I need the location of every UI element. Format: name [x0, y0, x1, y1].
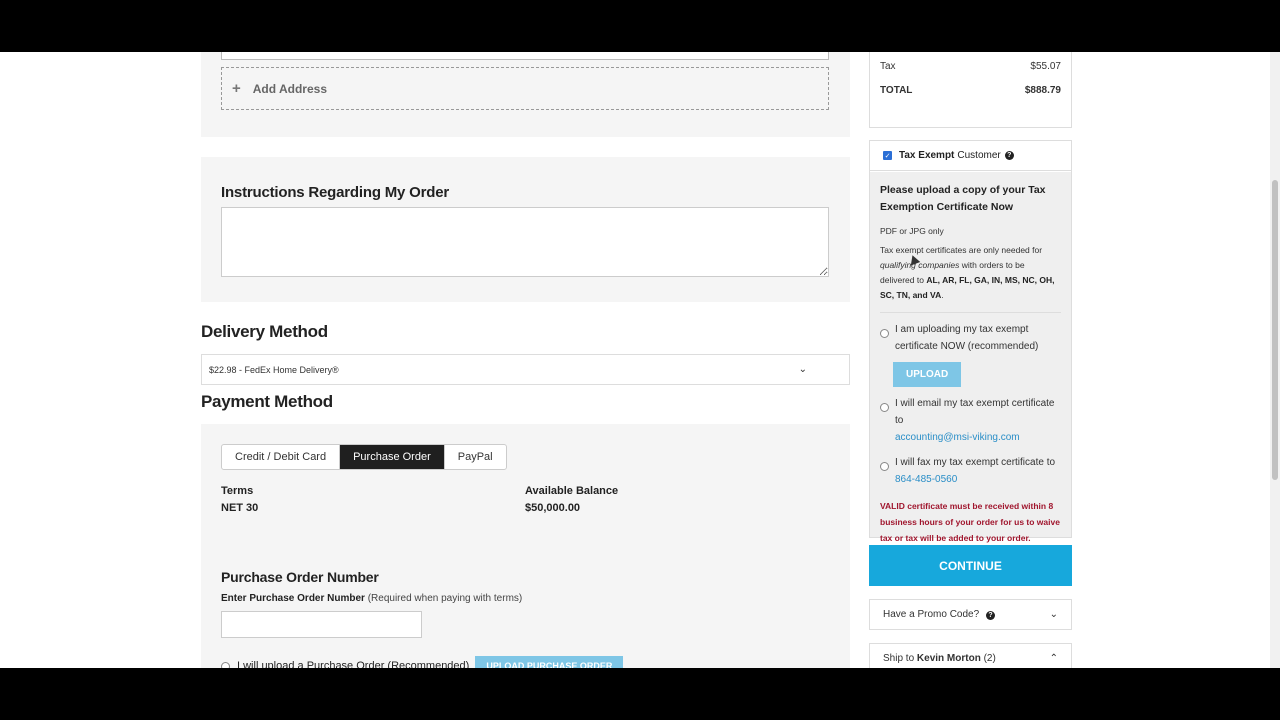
upload-now-label: I am uploading my tax exempt certificate… [895, 324, 1039, 352]
instructions-title: Instructions Regarding My Order [221, 184, 449, 201]
option-email: I will email my tax exempt certificate t… [880, 395, 1061, 446]
terms-value: NET 30 [221, 502, 259, 514]
po-upload-radio[interactable] [221, 661, 230, 668]
address-field[interactable] [221, 52, 829, 60]
ship-to-name: Kevin Morton [916, 653, 981, 664]
po-number-label: Enter Purchase Order Number (Required wh… [221, 593, 522, 604]
po-field-label: Enter Purchase Order Number [221, 593, 365, 604]
tax-value: $55.07 [1030, 61, 1061, 72]
scrollbar-thumb[interactable] [1272, 180, 1278, 480]
po-upload-option: I will upload a Purchase Order (Recommen… [221, 656, 624, 668]
promo-code-accordion[interactable]: Have a Promo Code? ? ⌄ [869, 599, 1072, 630]
balance-label: Available Balance [525, 485, 619, 497]
order-summary: Tax $55.07 TOTAL $888.79 [869, 52, 1072, 128]
payment-method-title: Payment Method [201, 392, 333, 411]
instructions-textarea[interactable] [221, 207, 829, 277]
ship-to-label: Ship to Kevin Morton (2) [883, 653, 996, 664]
note-end: . [941, 290, 944, 300]
tab-paypal[interactable]: PayPal [445, 445, 506, 469]
divider [880, 312, 1061, 313]
email-link[interactable]: accounting@msi-viking.com [895, 432, 1020, 443]
ship-to-prefix: Ship to [883, 653, 915, 664]
tax-exempt-note: Tax exempt certificates are only needed … [880, 243, 1061, 303]
help-icon[interactable]: ? [1004, 151, 1014, 160]
continue-button[interactable]: CONTINUE [869, 545, 1072, 586]
summary-tax-row: Tax $55.07 [880, 61, 1061, 72]
email-radio[interactable] [880, 403, 889, 412]
option-upload-now: I am uploading my tax exempt certificate… [880, 321, 1061, 355]
tab-purchase-order[interactable]: Purchase Order [340, 445, 445, 469]
delivery-method-select[interactable]: $22.98 - FedEx Home Delivery® ⌄ [201, 354, 850, 385]
tax-exempt-box: ✓ Tax Exempt Customer ? Please upload a … [869, 140, 1072, 543]
fax-radio[interactable] [880, 462, 889, 471]
upload-now-radio[interactable] [880, 329, 889, 338]
plus-icon: + [232, 80, 241, 97]
balance-value: $50,000.00 [525, 502, 581, 514]
email-option-text: I will email my tax exempt certificate t… [895, 395, 1061, 446]
po-upload-option-label: I will upload a Purchase Order (Recommen… [237, 660, 470, 668]
add-address-button[interactable]: + Add Address [221, 67, 829, 110]
address-panel: + Add Address [201, 52, 850, 137]
file-types-note: PDF or JPG only [880, 226, 944, 236]
page-scrollbar[interactable] [1270, 52, 1280, 668]
payment-panel: Credit / Debit Card Purchase Order PayPa… [201, 424, 850, 668]
chevron-up-icon: ⌃ [1049, 653, 1058, 664]
terms-label: Terms [221, 485, 254, 497]
certificate-warning: VALID certificate must be received withi… [880, 501, 1060, 543]
chevron-down-icon: ⌄ [798, 364, 807, 375]
tax-exempt-label-strong: Tax Exempt [899, 150, 955, 161]
po-number-title: Purchase Order Number [221, 569, 379, 585]
add-address-label: Add Address [252, 81, 327, 96]
email-option-label: I will email my tax exempt certificate t… [895, 398, 1055, 426]
ship-to-accordion[interactable]: Ship to Kevin Morton (2) ⌃ [869, 643, 1072, 668]
delivery-method-title: Delivery Method [201, 322, 328, 341]
total-value: $888.79 [1024, 85, 1061, 96]
fax-option-text: I will fax my tax exempt certificate to … [895, 454, 1055, 488]
fax-link[interactable]: 864-485-0560 [895, 474, 957, 485]
upload-certificate-button[interactable]: UPLOAD [893, 362, 962, 387]
po-field-hint: (Required when paying with terms) [367, 593, 523, 604]
summary-total-row: TOTAL $888.79 [880, 85, 1061, 96]
tax-exempt-body: Please upload a copy of your Tax Exempti… [870, 172, 1071, 543]
promo-code-label-wrap: Have a Promo Code? ? [883, 609, 995, 620]
delivery-method-selected: $22.98 - FedEx Home Delivery® [209, 364, 339, 375]
total-label: TOTAL [880, 85, 913, 96]
ship-to-count: (2) [983, 653, 996, 664]
tax-exempt-heading: Please upload a copy of your Tax Exempti… [880, 184, 1046, 213]
tab-credit-debit-card[interactable]: Credit / Debit Card [222, 445, 341, 469]
promo-help-icon[interactable]: ? [985, 611, 995, 620]
fax-option-label: I will fax my tax exempt certificate to [895, 457, 1056, 468]
tax-exempt-header: ✓ Tax Exempt Customer ? [870, 141, 1071, 171]
tax-exempt-checkbox[interactable]: ✓ [883, 151, 892, 160]
tax-label: Tax [880, 61, 896, 72]
option-fax: I will fax my tax exempt certificate to … [880, 454, 1061, 488]
note-prefix: Tax exempt certificates are only needed … [880, 245, 1043, 255]
checkout-page: + Add Address Instructions Regarding My … [0, 52, 1280, 668]
tax-exempt-label-rest: Customer [957, 150, 1001, 161]
promo-code-label: Have a Promo Code? [883, 609, 980, 620]
upload-po-button[interactable]: UPLOAD PURCHASE ORDER [475, 656, 624, 668]
po-number-input[interactable] [221, 611, 422, 638]
instructions-panel: Instructions Regarding My Order [201, 157, 850, 302]
payment-tabs: Credit / Debit Card Purchase Order PayPa… [221, 444, 507, 470]
chevron-down-icon: ⌄ [1049, 609, 1058, 620]
